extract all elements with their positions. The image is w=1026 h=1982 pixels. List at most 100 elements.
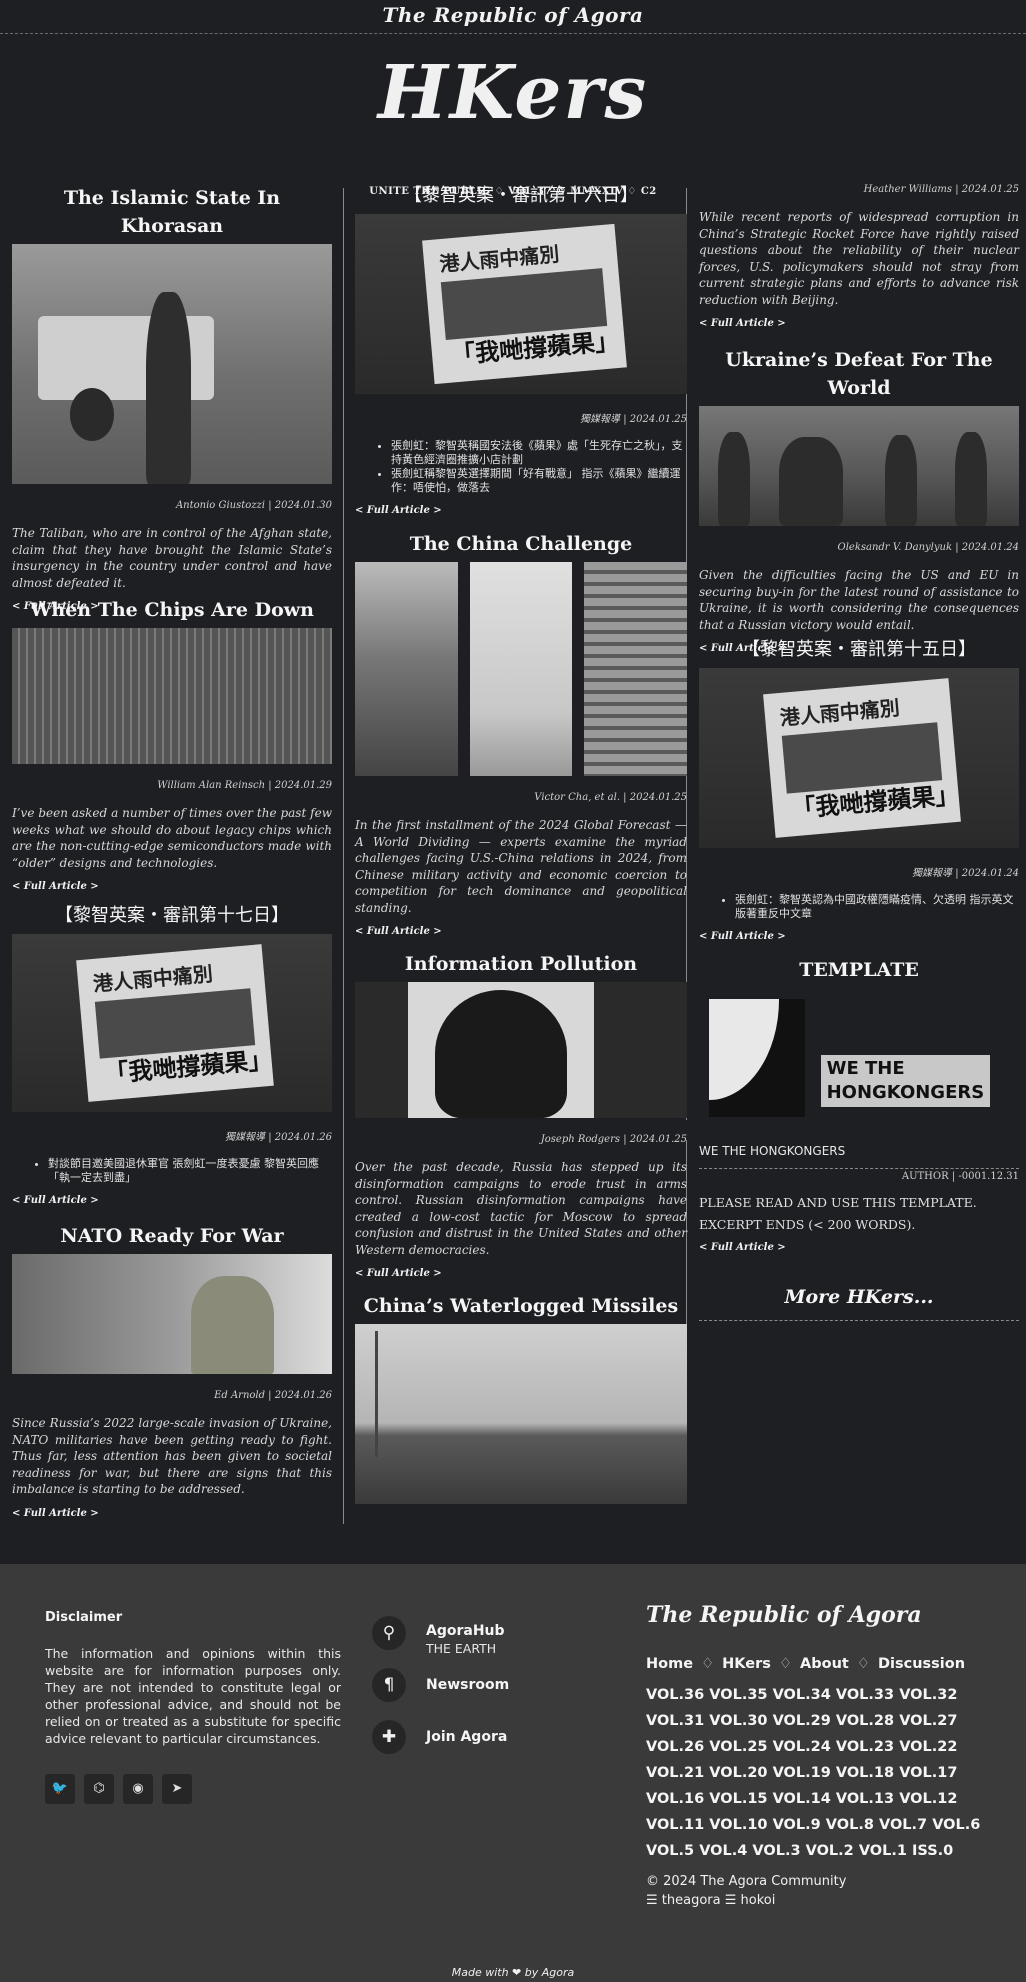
volume-link[interactable]: VOL.27 bbox=[899, 1708, 957, 1734]
volume-link[interactable]: VOL.21 bbox=[646, 1760, 704, 1786]
contact-label: Newsroom bbox=[426, 1677, 510, 1693]
article-title[interactable]: 【黎智英案・審訊第十七日】 bbox=[12, 902, 332, 930]
volume-link[interactable]: VOL.6 bbox=[932, 1812, 980, 1838]
volume-link[interactable]: VOL.30 bbox=[709, 1708, 767, 1734]
volume-link[interactable]: VOL.10 bbox=[709, 1812, 767, 1838]
article-card: NATO Ready For War Ed Arnold | 2024.01.2… bbox=[12, 1222, 332, 1519]
article-summary: Since Russia’s 2022 large-scale invasion… bbox=[12, 1416, 332, 1496]
article-title[interactable]: The China Challenge bbox=[355, 530, 687, 558]
contact-label: Join Agora bbox=[426, 1729, 508, 1745]
volume-link[interactable]: VOL.4 bbox=[699, 1838, 747, 1864]
article-title[interactable]: Information Pollution bbox=[355, 950, 687, 978]
more-hkers-link[interactable]: More HKers... bbox=[699, 1286, 1019, 1308]
full-article-link[interactable]: < Full Article > bbox=[12, 881, 332, 892]
nav-discussion[interactable]: Discussion bbox=[878, 1656, 965, 1672]
volume-link[interactable]: VOL.28 bbox=[836, 1708, 894, 1734]
volume-link[interactable]: VOL.29 bbox=[773, 1708, 831, 1734]
volume-link[interactable]: VOL.7 bbox=[879, 1812, 927, 1838]
volume-link[interactable]: VOL.33 bbox=[836, 1682, 894, 1708]
article-photo[interactable] bbox=[699, 406, 1019, 526]
volume-link[interactable]: VOL.18 bbox=[836, 1760, 894, 1786]
footer-brand[interactable]: The Republic of Agora bbox=[646, 1602, 922, 1628]
volume-link[interactable]: VOL.34 bbox=[773, 1682, 831, 1708]
volume-link[interactable]: VOL.3 bbox=[752, 1838, 800, 1864]
volume-link[interactable]: VOL.1 bbox=[859, 1838, 907, 1864]
volume-link[interactable]: VOL.11 bbox=[646, 1812, 704, 1838]
volume-link[interactable]: VOL.13 bbox=[836, 1786, 894, 1812]
article-title[interactable]: 【黎智英案・審訊第十五日】 bbox=[699, 636, 1019, 664]
article-title[interactable]: Ukraine’s Defeat For The World bbox=[699, 346, 1019, 402]
contact-newsroom[interactable]: ¶ Newsroom bbox=[372, 1668, 622, 1708]
article-title[interactable]: NATO Ready For War bbox=[12, 1222, 332, 1250]
volume-link[interactable]: VOL.12 bbox=[899, 1786, 957, 1812]
article-photo[interactable]: WE THE HONGKONGERS bbox=[699, 988, 1019, 1128]
article-photo[interactable] bbox=[12, 1254, 332, 1374]
volume-link[interactable]: VOL.9 bbox=[773, 1812, 821, 1838]
github-icon[interactable]: ⌬ bbox=[84, 1774, 114, 1804]
volume-link[interactable]: VOL.32 bbox=[899, 1682, 957, 1708]
article-title[interactable]: TEMPLATE bbox=[699, 956, 1019, 984]
volume-link[interactable]: VOL.25 bbox=[709, 1734, 767, 1760]
article-title[interactable]: 【黎智英案・審訊第十六日】 bbox=[355, 182, 687, 210]
disclaimer: Disclaimer The information and opinions … bbox=[45, 1610, 341, 1747]
article-photo[interactable] bbox=[12, 628, 332, 764]
full-article-link[interactable]: < Full Article > bbox=[355, 926, 687, 937]
footer-links[interactable]: ☰ theagora ☰ hokoi bbox=[646, 1891, 846, 1910]
volume-link[interactable]: VOL.5 bbox=[646, 1838, 694, 1864]
article-card: TEMPLATE WE THE HONGKONGERS WE THE HONGK… bbox=[699, 956, 1019, 1253]
site-logo[interactable]: HKers bbox=[0, 50, 1026, 150]
volume-link[interactable]: VOL.36 bbox=[646, 1682, 704, 1708]
reddit-icon[interactable]: ◉ bbox=[123, 1774, 153, 1804]
full-article-link[interactable]: < Full Article > bbox=[355, 1268, 687, 1279]
article-photo[interactable] bbox=[355, 562, 687, 776]
bullet-item: 張劍虹：黎智英稱國安法後《蘋果》處「生死存亡之秋」，支持黃色經濟圈推擴小店計劃 bbox=[391, 439, 687, 467]
article-photo[interactable]: 港人雨中痛別 「我哋撐蘋果」 bbox=[699, 668, 1019, 848]
volume-link[interactable]: VOL.35 bbox=[709, 1682, 767, 1708]
telegram-icon[interactable]: ➤ bbox=[162, 1774, 192, 1804]
column-divider bbox=[343, 188, 344, 1524]
site-brand[interactable]: The Republic of Agora bbox=[382, 3, 643, 27]
volume-link[interactable]: VOL.31 bbox=[646, 1708, 704, 1734]
article-photo[interactable] bbox=[12, 244, 332, 484]
nav-about[interactable]: About bbox=[800, 1656, 849, 1672]
volume-link[interactable]: VOL.8 bbox=[826, 1812, 874, 1838]
article-photo[interactable] bbox=[355, 982, 687, 1118]
article-photo[interactable] bbox=[355, 1324, 687, 1504]
volume-link[interactable]: ISS.0 bbox=[912, 1838, 953, 1864]
article-summary: Over the past decade, Russia has stepped… bbox=[355, 1160, 687, 1257]
article-photo[interactable]: 港人雨中痛別 「我哋撐蘋果」 bbox=[355, 214, 687, 394]
volume-link[interactable]: VOL.24 bbox=[773, 1734, 831, 1760]
full-article-link[interactable]: < Full Article > bbox=[12, 1195, 332, 1206]
article-title[interactable]: The Islamic State In Khorasan bbox=[12, 184, 332, 240]
footer-copyright: © 2024 The Agora Community ☰ theagora ☰ … bbox=[646, 1872, 846, 1910]
volume-link[interactable]: VOL.23 bbox=[836, 1734, 894, 1760]
nav-hkers[interactable]: HKers bbox=[722, 1656, 771, 1672]
contact-join-agora[interactable]: ✚ Join Agora bbox=[372, 1720, 622, 1760]
volume-link[interactable]: VOL.22 bbox=[899, 1734, 957, 1760]
volume-link[interactable]: VOL.2 bbox=[806, 1838, 854, 1864]
full-article-link[interactable]: < Full Article > bbox=[12, 1508, 332, 1519]
article-title[interactable]: China’s Waterlogged Missiles bbox=[355, 1292, 687, 1320]
volume-link[interactable]: VOL.17 bbox=[899, 1760, 957, 1786]
puzzle-icon: ✚ bbox=[372, 1720, 406, 1754]
contact-agorahub[interactable]: ⚲ AgoraHub THE EARTH bbox=[372, 1616, 622, 1656]
article-title[interactable]: When The Chips Are Down bbox=[12, 596, 332, 624]
article-card: The Islamic State In Khorasan Antonio Gi… bbox=[12, 184, 332, 612]
volume-link[interactable]: VOL.26 bbox=[646, 1734, 704, 1760]
volume-link[interactable]: VOL.15 bbox=[709, 1786, 767, 1812]
full-article-link[interactable]: < Full Article > bbox=[699, 931, 1019, 942]
volume-link[interactable]: VOL.14 bbox=[773, 1786, 831, 1812]
full-article-link[interactable]: < Full Article > bbox=[699, 1242, 1019, 1253]
article-photo[interactable]: 港人雨中痛別 「我哋撐蘋果」 bbox=[12, 934, 332, 1112]
full-article-link[interactable]: < Full Article > bbox=[355, 505, 687, 516]
twitter-icon[interactable]: 🐦 bbox=[45, 1774, 75, 1804]
image-text: WE THE bbox=[826, 1058, 905, 1080]
template-line: EXCERPT ENDS (< 200 WORDS). bbox=[699, 1217, 916, 1232]
volume-link[interactable]: VOL.20 bbox=[709, 1760, 767, 1786]
volume-link[interactable]: VOL.19 bbox=[773, 1760, 831, 1786]
article-summary: The Taliban, who are in control of the A… bbox=[12, 526, 332, 590]
article-bullets: 張劍虹：黎智英認為中國政權隱瞞疫情、欠透明 指示英文版著重反中文章 bbox=[699, 893, 1019, 921]
full-article-link[interactable]: < Full Article > bbox=[699, 318, 1019, 329]
nav-home[interactable]: Home bbox=[646, 1656, 693, 1672]
volume-link[interactable]: VOL.16 bbox=[646, 1786, 704, 1812]
